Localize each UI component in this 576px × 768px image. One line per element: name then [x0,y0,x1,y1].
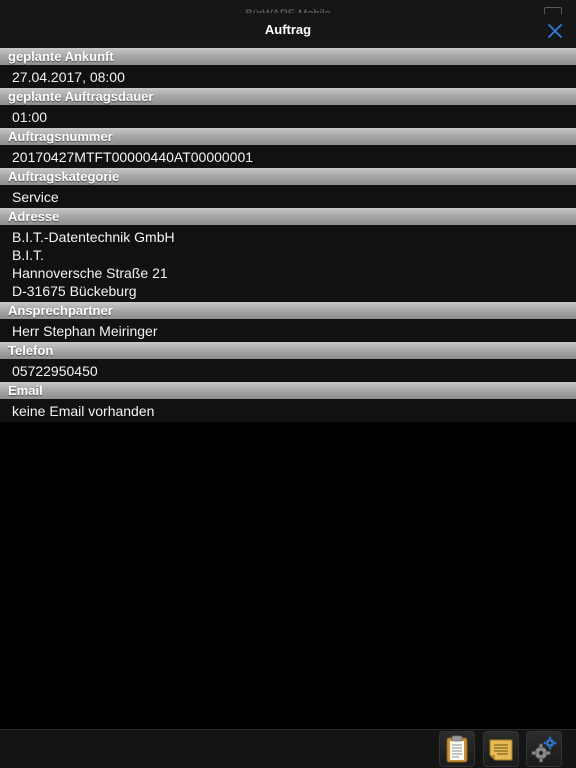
close-icon [548,24,562,38]
field-planned-duration: geplante Auftragsdauer 01:00 [0,88,576,128]
field-address: Adresse B.I.T.-Datentechnik GmbH B.I.T. … [0,208,576,302]
close-button[interactable] [546,22,564,40]
field-label: Telefon [0,342,576,359]
bottom-toolbar [0,729,576,768]
field-value: 01:00 [0,105,576,128]
value-line: Herr Stephan Meiringer [12,323,158,339]
value-line: Service [12,189,59,205]
field-planned-arrival: geplante Ankunft 27.04.2017, 08:00 [0,48,576,88]
folder-icon [544,7,562,14]
top-bar: BürWARE Mobile Auftrag [0,0,576,49]
field-label: geplante Auftragsdauer [0,88,576,105]
value-line: D-31675 Bückeburg [12,283,137,299]
field-value: Service [0,185,576,208]
value-line: keine Email vorhanden [12,403,155,419]
field-order-number: Auftragsnummer 20170427MTFT00000440AT000… [0,128,576,168]
background-app-title: BürWARE Mobile [0,7,576,13]
field-label: Email [0,382,576,399]
field-value: 20170427MTFT00000440AT00000001 [0,145,576,168]
gears-icon [531,736,557,763]
value-line: 01:00 [12,109,48,125]
field-order-category: Auftragskategorie Service [0,168,576,208]
page-title: Auftrag [264,22,312,37]
settings-button[interactable] [526,731,562,767]
field-value: keine Email vorhanden [0,399,576,422]
field-label: Ansprechpartner [0,302,576,319]
field-value: Herr Stephan Meiringer [0,319,576,342]
notes-button[interactable] [483,731,519,767]
field-value: 05722950450 [0,359,576,382]
value-line: 27.04.2017, 08:00 [12,69,125,85]
value-line: B.I.T. [12,247,44,263]
field-contact-person: Ansprechpartner Herr Stephan Meiringer [0,302,576,342]
field-email: Email keine Email vorhanden [0,382,576,422]
notes-icon [489,739,513,761]
clipboard-button[interactable] [439,731,475,767]
field-label: Adresse [0,208,576,225]
value-line: Hannoversche Straße 21 [12,265,168,281]
value-line: 20170427MTFT00000440AT00000001 [12,149,254,165]
order-details: geplante Ankunft 27.04.2017, 08:00 gepla… [0,48,576,422]
field-label: Auftragskategorie [0,168,576,185]
field-value: B.I.T.-Datentechnik GmbH B.I.T. Hannover… [0,225,576,302]
value-line: 05722950450 [12,363,98,379]
field-label: Auftragsnummer [0,128,576,145]
value-line: B.I.T.-Datentechnik GmbH [12,229,175,245]
field-phone: Telefon 05722950450 [0,342,576,382]
field-value: 27.04.2017, 08:00 [0,65,576,88]
field-label: geplante Ankunft [0,48,576,65]
clipboard-icon [446,735,468,763]
